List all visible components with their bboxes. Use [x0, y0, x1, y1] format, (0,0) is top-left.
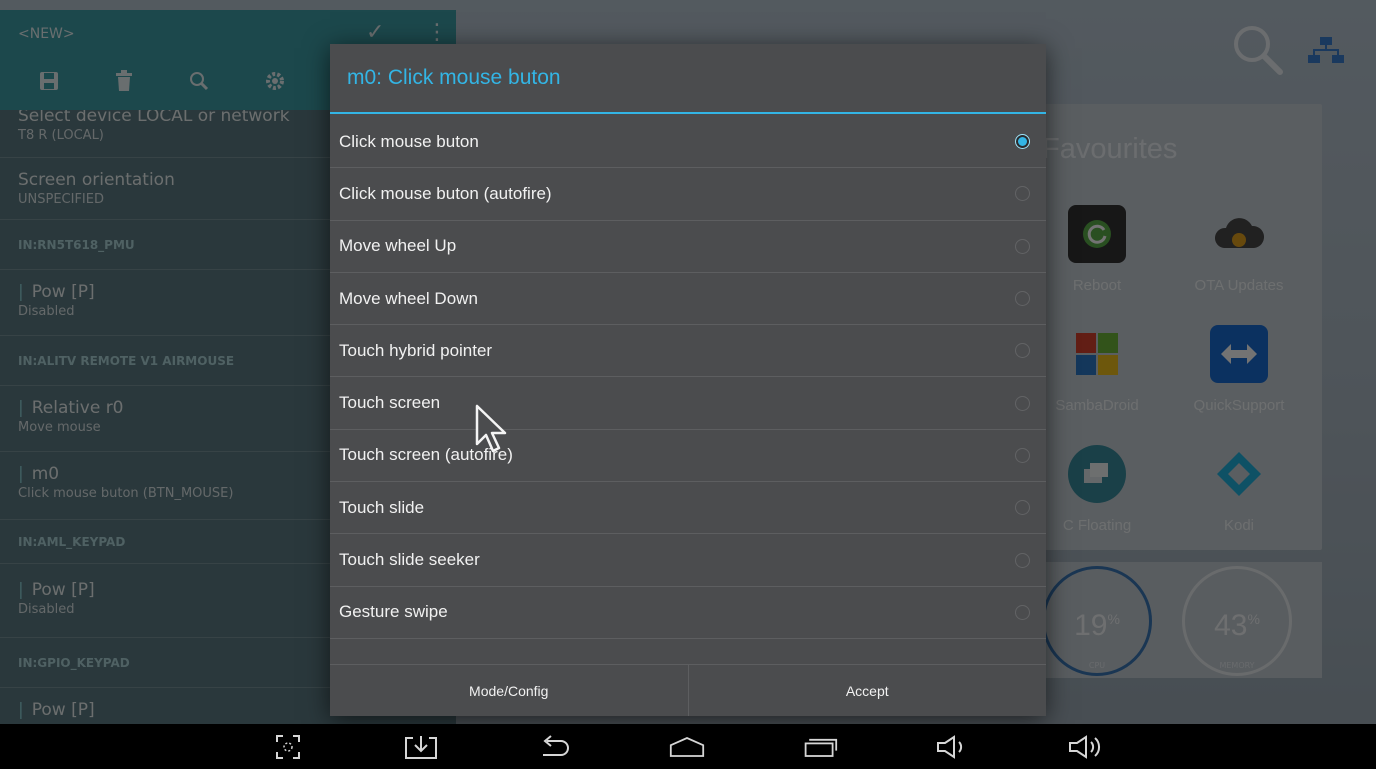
option-move-wheel-up[interactable]: Move wheel Up [330, 221, 1046, 273]
system-navigation-bar [0, 724, 1376, 769]
cpu-gauge-unit: % [1107, 611, 1120, 627]
cpu-gauge-value: 19 [1074, 609, 1108, 642]
setting-main: Pow [P] [31, 580, 95, 600]
screenshot-icon[interactable] [270, 732, 306, 762]
memory-gauge-label: MEMORY [1219, 661, 1255, 670]
option-label: Move wheel Up [339, 236, 457, 256]
radio-icon[interactable] [1015, 343, 1030, 359]
cloud-gear-icon [1210, 205, 1268, 263]
app-quicksupport[interactable]: QuickSupport [1174, 325, 1304, 414]
radio-icon[interactable] [1015, 238, 1030, 254]
app-c-floating[interactable]: C Floating [1032, 445, 1162, 534]
app-label: SambaDroid [1055, 397, 1139, 414]
accept-button[interactable]: Accept [687, 665, 1047, 716]
gear-icon[interactable] [264, 70, 286, 96]
download-icon[interactable] [403, 732, 439, 762]
option-move-wheel-down[interactable]: Move wheel Down [330, 273, 1046, 326]
floating-icon [1068, 445, 1126, 503]
option-label: Click mouse buton (autofire) [339, 183, 552, 203]
cpu-gauge: 19% CPU [1042, 566, 1152, 676]
memory-gauge-value: 43 [1214, 609, 1248, 642]
radio-icon[interactable] [1015, 552, 1030, 568]
option-label: Touch hybrid pointer [339, 340, 493, 360]
setting-main: Pow [P] [31, 700, 95, 720]
reboot-icon [1068, 205, 1126, 263]
setting-main: Pow [P] [31, 282, 95, 302]
search-icon[interactable] [1230, 22, 1286, 82]
option-touch-screen-autofire[interactable]: Touch screen (autofire) [330, 430, 1046, 483]
option-touch-slide-seeker[interactable]: Touch slide seeker [330, 534, 1046, 587]
save-icon[interactable] [38, 70, 60, 96]
launcher-top-icons [1230, 22, 1346, 82]
item-marker: | [18, 398, 24, 418]
item-marker: | [18, 700, 24, 720]
option-label: Touch screen [339, 393, 441, 413]
option-touch-slide[interactable]: Touch slide [330, 482, 1046, 535]
dialog-actions: Mode/Config Accept [330, 664, 1046, 716]
app-label: Reboot [1072, 277, 1122, 294]
overflow-menu-icon[interactable]: ⋮ [426, 20, 448, 45]
radio-selected-icon[interactable] [1015, 134, 1030, 150]
sambadroid-icon [1068, 325, 1126, 383]
volume-up-icon[interactable] [1068, 732, 1104, 762]
dialog-title: m0: Click mouse buton [330, 44, 1046, 114]
volume-down-icon[interactable] [935, 732, 971, 762]
option-label: Touch slide seeker [339, 550, 480, 570]
option-gesture-swipe[interactable]: Gesture swipe [330, 587, 1046, 639]
app-label: C Floating [1062, 517, 1132, 534]
settings-toolbar [38, 70, 286, 96]
mode-dialog: m0: Click mouse buton Click mouse buton … [330, 44, 1046, 716]
recent-apps-icon[interactable] [802, 732, 838, 762]
cpu-gauge-label: CPU [1088, 661, 1106, 670]
setting-main: m0 [31, 464, 60, 484]
option-touch-screen[interactable]: Touch screen [330, 377, 1046, 430]
search-icon[interactable] [188, 70, 210, 96]
radio-icon[interactable] [1015, 604, 1030, 620]
option-label: Click mouse buton [339, 131, 479, 151]
option-list: Click mouse buton Click mouse buton (aut… [330, 114, 1046, 639]
option-click-mouse-buton-autofire[interactable]: Click mouse buton (autofire) [330, 168, 1046, 221]
app-ota-updates[interactable]: OTA Updates [1174, 205, 1304, 294]
memory-gauge-unit: % [1247, 611, 1260, 627]
app-sambadroid[interactable]: SambaDroid [1032, 325, 1162, 414]
item-marker: | [18, 282, 24, 302]
option-touch-hybrid-pointer[interactable]: Touch hybrid pointer [330, 325, 1046, 378]
option-label: Touch slide [339, 497, 425, 517]
option-click-mouse-buton[interactable]: Click mouse buton [330, 116, 1046, 169]
app-label: QuickSupport [1193, 397, 1285, 414]
home-icon[interactable] [669, 732, 705, 762]
radio-icon[interactable] [1015, 186, 1030, 202]
app-kodi[interactable]: Kodi [1174, 445, 1304, 534]
item-marker: | [18, 580, 24, 600]
radio-icon[interactable] [1015, 447, 1030, 463]
memory-gauge: 43% MEMORY [1182, 566, 1292, 676]
back-icon[interactable] [536, 732, 572, 762]
delete-icon[interactable] [114, 70, 134, 96]
item-marker: | [18, 464, 24, 484]
mouse-pointer-icon [474, 404, 510, 460]
app-label: OTA Updates [1194, 277, 1284, 294]
app-reboot[interactable]: Reboot [1032, 205, 1162, 294]
radio-icon[interactable] [1015, 500, 1030, 516]
setting-main: Relative r0 [31, 398, 124, 418]
mode-config-button[interactable]: Mode/Config [330, 665, 688, 716]
kodi-icon [1210, 445, 1268, 503]
settings-title: <NEW> [18, 26, 75, 42]
check-icon[interactable]: ✓ [366, 20, 384, 45]
option-label: Gesture swipe [339, 602, 448, 622]
teamviewer-icon [1210, 325, 1268, 383]
radio-icon[interactable] [1015, 291, 1030, 307]
favourites-title: Favourites [1042, 133, 1178, 165]
option-label: Move wheel Down [339, 288, 478, 308]
network-icon[interactable] [1306, 35, 1346, 69]
app-label: Kodi [1223, 517, 1255, 534]
radio-icon[interactable] [1015, 395, 1030, 411]
